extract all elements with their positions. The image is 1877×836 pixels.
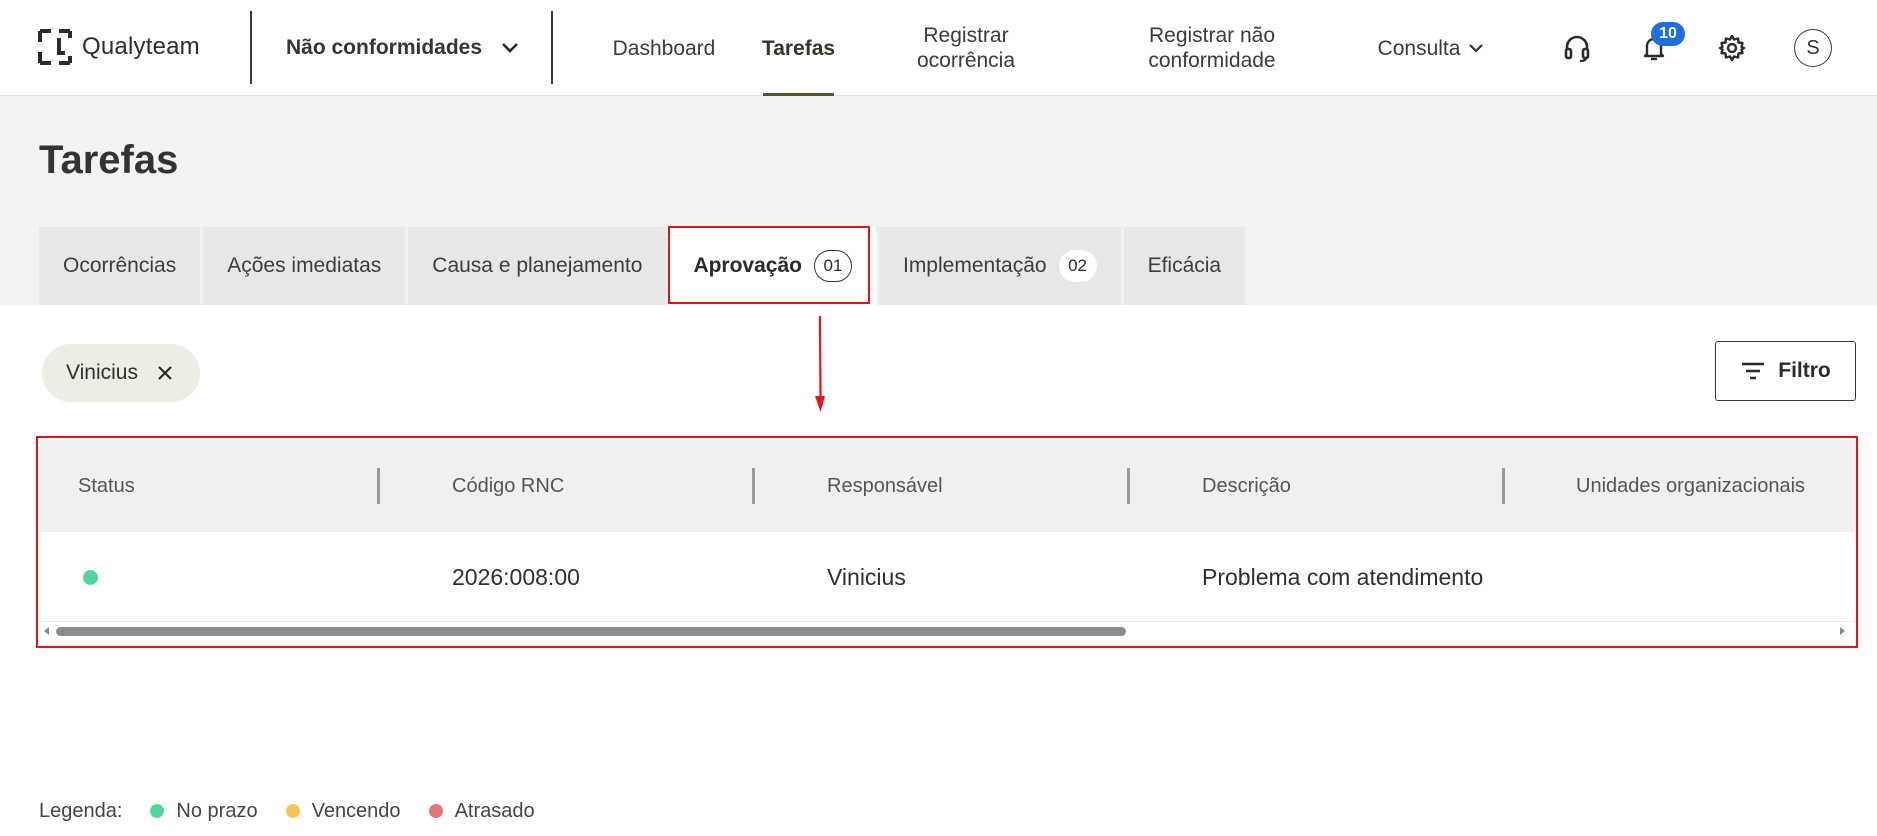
support-headset-button[interactable]	[1557, 28, 1597, 68]
column-header-responsavel[interactable]: Responsável	[827, 440, 943, 532]
filter-button[interactable]: Filtro	[1715, 341, 1856, 401]
legend-label: No prazo	[176, 799, 258, 822]
tab-label: Ocorrências	[63, 254, 177, 277]
column-resize-handle[interactable]	[1127, 468, 1130, 504]
notifications-count-badge: 10	[1651, 22, 1685, 46]
tab-count-badge: 02	[1058, 250, 1097, 282]
filter-button-label: Filtro	[1778, 359, 1831, 382]
chevron-down-icon	[1469, 44, 1484, 53]
status-dot	[83, 569, 98, 585]
legend-item-atrasado: Atrasado	[428, 799, 535, 823]
scroll-right-arrow[interactable]	[1840, 627, 1845, 635]
page-header: Tarefas Ocorrências Ações imediatas Caus…	[0, 96, 1877, 305]
scrollbar-thumb[interactable]	[56, 627, 1126, 636]
legend-dot	[150, 804, 165, 818]
responsavel-cell: Vinicius	[827, 563, 906, 590]
headset-icon	[1564, 35, 1590, 63]
nav-registrar-ocorrencia[interactable]: Registrar ocorrência	[896, 0, 1036, 96]
column-header-descricao[interactable]: Descrição	[1202, 440, 1291, 532]
user-avatar[interactable]: S	[1794, 29, 1832, 67]
tab-causa-e-planejamento[interactable]: Causa e planejamento	[408, 227, 667, 305]
top-navigation-bar: Qualyteam Não conformidades Dashboard Ta…	[0, 0, 1877, 96]
column-resize-handle[interactable]	[1502, 468, 1505, 504]
column-resize-handle[interactable]	[752, 468, 755, 504]
tab-label: Causa e planejamento	[432, 254, 643, 277]
nav-consulta-label: Consulta	[1377, 36, 1461, 60]
column-resize-handle[interactable]	[377, 468, 380, 504]
annotation-arrow	[815, 316, 825, 412]
tab-eficacia[interactable]: Eficácia	[1123, 227, 1246, 305]
column-header-status[interactable]: Status	[78, 440, 135, 532]
tab-ocorrencias[interactable]: Ocorrências	[39, 227, 201, 305]
legend-label: Vencendo	[311, 799, 401, 822]
descricao-cell: Problema com atendimento	[1202, 563, 1484, 590]
tab-count-badge: 01	[813, 250, 852, 282]
tasks-table: Status Código RNC Responsável Descrição …	[40, 440, 1855, 645]
status-cell	[83, 532, 98, 622]
tab-acoes-imediatas[interactable]: Ações imediatas	[203, 227, 406, 305]
legend-dot	[285, 804, 300, 818]
tab-label: Implementação	[902, 254, 1047, 277]
nav-tarefas[interactable]: Tarefas	[762, 0, 835, 96]
filter-chip-label: Vinicius	[66, 361, 138, 384]
module-label: Não conformidades	[286, 36, 483, 59]
nav-registrar-nao-conformidade[interactable]: Registrar não conformidade	[1136, 0, 1288, 96]
tab-label: Eficácia	[1147, 254, 1222, 277]
tab-implementacao[interactable]: Implementação 02	[878, 227, 1121, 305]
task-tabs: Ocorrências Ações imediatas Causa e plan…	[39, 227, 1246, 305]
close-icon	[158, 366, 172, 380]
nav-dashboard[interactable]: Dashboard	[612, 0, 716, 96]
legend-label: Atrasado	[454, 799, 535, 822]
qualyteam-logo[interactable]: Qualyteam	[38, 28, 200, 66]
remove-filter-button[interactable]	[156, 364, 174, 382]
legend-title: Legenda:	[39, 799, 123, 822]
column-header-unidades[interactable]: Unidades organizacionais	[1576, 440, 1805, 532]
legend-item-no-prazo: No prazo	[150, 799, 258, 823]
codigo-cell: 2026:008:00	[452, 563, 580, 590]
horizontal-scrollbar[interactable]	[40, 623, 1855, 639]
scroll-left-arrow[interactable]	[44, 627, 49, 635]
tab-label: Aprovação	[693, 254, 802, 277]
table-header: Status Código RNC Responsável Descrição …	[40, 440, 1855, 532]
filter-chip: Vinicius	[42, 344, 200, 402]
legend-dot	[428, 804, 443, 818]
status-legend: Legenda: No prazo Vencendo Atrasado	[39, 796, 563, 826]
settings-button[interactable]	[1712, 28, 1752, 68]
logo-text: Qualyteam	[82, 33, 200, 60]
gear-icon	[1718, 34, 1746, 62]
module-selector[interactable]: Não conformidades	[286, 30, 520, 66]
qualyteam-logo-icon	[38, 29, 72, 65]
legend-item-vencendo: Vencendo	[285, 799, 401, 823]
filter-icon	[1742, 362, 1765, 380]
tab-label: Ações imediatas	[227, 254, 382, 277]
tab-aprovacao[interactable]: Aprovação 01	[669, 227, 876, 305]
page-title: Tarefas	[39, 138, 179, 182]
chevron-down-icon	[502, 43, 518, 53]
column-header-codigo[interactable]: Código RNC	[452, 440, 564, 532]
nav-consulta[interactable]: Consulta	[1376, 0, 1486, 96]
table-row[interactable]: 2026:008:00 Vinicius Problema com atendi…	[40, 532, 1855, 622]
divider	[551, 11, 553, 84]
divider	[250, 11, 252, 84]
